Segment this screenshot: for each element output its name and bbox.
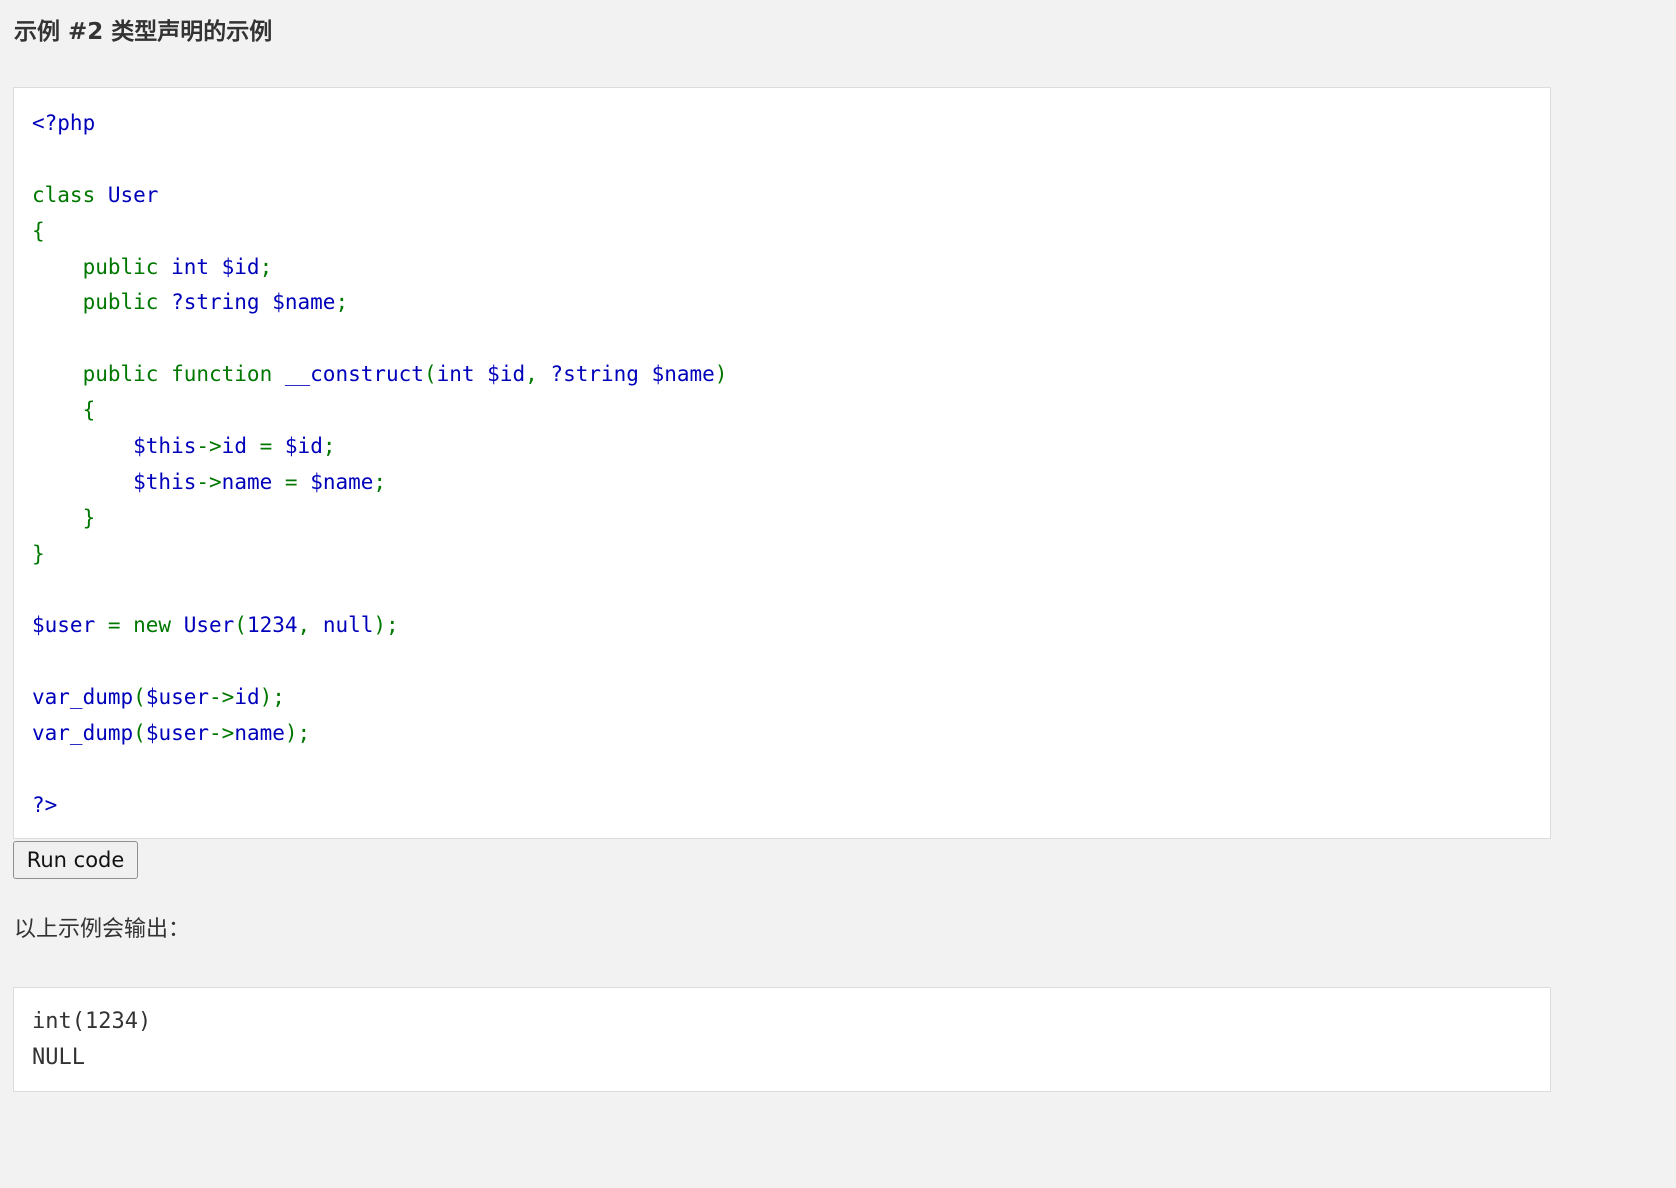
code-token-keyword: { <box>32 398 96 423</box>
code-line: public function __construct(int $id, ?st… <box>32 357 728 393</box>
code-token-keyword: ; <box>373 469 387 494</box>
code-line: $this->id = $id; <box>32 429 727 465</box>
code-token-default: ?> <box>32 792 58 817</box>
code-token-default: ?string $name <box>550 362 715 387</box>
code-token-default: name <box>221 469 285 494</box>
code-token-default: $user <box>32 613 108 638</box>
code-token-keyword: , <box>297 613 323 638</box>
code-token-keyword: ; <box>335 290 349 315</box>
code-line: var_dump($user->id); <box>32 680 727 716</box>
run-code-button[interactable]: Run code <box>13 841 138 879</box>
code-token-keyword: -> <box>196 469 222 494</box>
code-token-keyword: ); <box>284 721 311 746</box>
code-token-keyword: -> <box>209 685 235 710</box>
code-token-keyword: class <box>32 182 108 207</box>
code-line: { <box>32 214 727 250</box>
code-token-default: User <box>107 182 159 207</box>
code-line: <?php <box>32 106 727 142</box>
code-token-keyword: ); <box>373 613 399 638</box>
code-token-default: null <box>322 613 374 638</box>
code-line: $this->name = $name; <box>32 465 727 501</box>
example-title: 示例 #2 类型声明的示例 <box>14 19 273 45</box>
code-line: { <box>32 393 727 429</box>
code-token-keyword: } <box>32 505 96 530</box>
code-token-keyword: ; <box>322 434 336 459</box>
code-line: } <box>32 501 727 537</box>
code-token-keyword: ( <box>234 613 247 638</box>
code-token-default: User <box>183 613 235 638</box>
code-token-keyword: public function <box>32 362 285 387</box>
code-line: $user = new User(1234, null); <box>32 608 727 644</box>
code-token-keyword: -> <box>196 434 222 459</box>
code-token-keyword: -> <box>209 721 235 746</box>
code-token-default: __construct <box>284 362 424 387</box>
output-line: NULL <box>32 1045 85 1070</box>
code-token-keyword: ) <box>714 362 728 387</box>
code-token-default: ?string $name <box>171 290 336 315</box>
code-block: <?php class User { public int $id; public… <box>13 87 1551 839</box>
code-token-keyword: ; <box>259 254 273 279</box>
code-token-keyword: public <box>32 254 172 279</box>
output-intro-text: 以上示例会输出： <box>14 917 191 942</box>
code-token-default: $this <box>32 434 197 459</box>
code-token-default: var_dump <box>32 685 134 710</box>
code-token-keyword: = <box>259 434 285 459</box>
code-token-keyword: ( <box>423 362 437 387</box>
code-token-default: int $id <box>171 254 260 279</box>
code-line: var_dump($user->name); <box>32 716 727 752</box>
code-token-default: id <box>221 434 260 459</box>
code-token-default: $this <box>32 469 197 494</box>
code-token-default: var_dump <box>32 721 134 746</box>
code-token-default: name <box>234 721 285 746</box>
code-token-keyword: ( <box>133 685 146 710</box>
code-token-keyword: = new <box>107 613 184 638</box>
code-token-keyword: ( <box>133 721 146 746</box>
code-line: class User <box>32 178 727 214</box>
code-token-default: $id <box>284 434 323 459</box>
code-line: public int $id; <box>32 250 727 286</box>
output-block: int(1234) NULL <box>13 987 1551 1092</box>
code-token-keyword: { <box>32 218 45 243</box>
code-token-default: $user <box>145 685 210 710</box>
php-code: <?php class User { public int $id; public… <box>32 106 727 824</box>
code-token-keyword: } <box>32 541 45 566</box>
code-token-keyword: public <box>32 290 172 315</box>
code-line: } <box>32 537 727 573</box>
code-token-default: $user <box>145 721 210 746</box>
code-token-keyword: ); <box>259 685 285 710</box>
code-line: public ?string $name; <box>32 285 727 321</box>
code-token-default: 1234 <box>246 613 298 638</box>
code-token-default: int $id <box>436 362 526 387</box>
output-line: int(1234) <box>32 1009 152 1034</box>
code-token-default: id <box>234 685 260 710</box>
code-token-default: $name <box>310 469 374 494</box>
code-token-keyword: , <box>525 362 551 387</box>
code-line: ?> <box>32 788 727 824</box>
code-token-keyword: = <box>284 469 311 494</box>
code-token-default: <?php <box>32 111 96 135</box>
output-text: int(1234) NULL <box>32 1004 151 1076</box>
